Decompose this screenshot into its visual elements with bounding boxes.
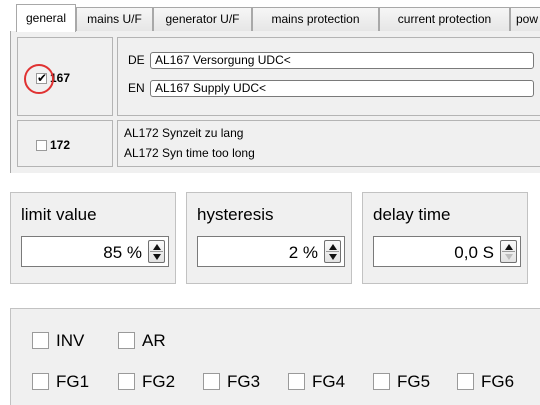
tab-power[interactable]: pow — [510, 7, 540, 31]
flag-fg4-label: FG4 — [312, 372, 346, 391]
flag-inv-checkbox[interactable] — [32, 332, 49, 349]
arrow-up-icon[interactable] — [329, 244, 337, 250]
alarm-172-text-en: AL172 Syn time too long — [124, 146, 255, 160]
flag-fg2-label: FG2 — [142, 372, 176, 391]
hysteresis-title: hysteresis — [197, 205, 274, 224]
flag-fg5-checkbox[interactable] — [373, 373, 390, 390]
tab-mains-uf[interactable]: mains U/F — [76, 7, 153, 31]
limit-value-value: 85 % — [103, 243, 142, 262]
arrow-up-icon[interactable] — [505, 244, 513, 250]
alarm-id-cell-167: ✔ 167 — [17, 37, 113, 116]
alarm-text-panel: ✔ 167 DE AL167 Versorgung UDC< EN AL167 … — [10, 31, 540, 173]
limit-value-group: limit value 85 % — [10, 192, 176, 284]
alarm-172-text-de: AL172 Synzeit zu lang — [124, 126, 244, 140]
flag-fg6-label: FG6 — [481, 372, 515, 391]
limit-value-spinner[interactable]: 85 % — [21, 236, 169, 267]
flag-ar-checkbox[interactable] — [118, 332, 135, 349]
flag-inv-label: INV — [56, 331, 85, 350]
flag-fg3-label: FG3 — [227, 372, 261, 391]
delay-time-group: delay time 0,0 S — [362, 192, 528, 284]
flags-panel: INV AR FG1 FG2 FG3 FG4 FG5 FG6 — [10, 308, 540, 405]
flag-fg3-checkbox[interactable] — [203, 373, 220, 390]
alarm-id-cell-172: 172 — [17, 120, 113, 167]
lang-label-en: EN — [128, 81, 145, 95]
flag-fg2-checkbox[interactable] — [118, 373, 135, 390]
arrow-down-icon[interactable] — [505, 254, 513, 260]
limit-value-stepper[interactable] — [148, 240, 165, 263]
flag-fg5-label: FG5 — [397, 372, 431, 391]
hysteresis-value: 2 % — [288, 243, 318, 262]
tab-general[interactable]: general — [16, 4, 76, 32]
arrow-down-icon[interactable] — [329, 254, 337, 260]
tab-generator-uf[interactable]: generator U/F — [153, 7, 252, 31]
flag-fg1-checkbox[interactable] — [32, 373, 49, 390]
flag-fg1-label: FG1 — [56, 372, 90, 391]
alarm-id-label: 172 — [50, 138, 71, 152]
alarm-167-texts: DE AL167 Versorgung UDC< EN AL167 Supply… — [117, 37, 540, 116]
limit-value-title: limit value — [21, 205, 97, 224]
tab-mains-protection[interactable]: mains protection — [252, 7, 379, 31]
tab-strip: general mains U/F generator U/F mains pr… — [10, 0, 540, 33]
hysteresis-spinner[interactable]: 2 % — [197, 236, 345, 267]
hysteresis-stepper[interactable] — [324, 240, 341, 263]
flag-ar-label: AR — [142, 331, 166, 350]
lang-label-de: DE — [128, 53, 145, 67]
flag-fg6-checkbox[interactable] — [457, 373, 474, 390]
delay-time-value: 0,0 S — [454, 243, 494, 262]
arrow-down-icon[interactable] — [153, 254, 161, 260]
flag-fg4-checkbox[interactable] — [288, 373, 305, 390]
delay-time-spinner[interactable]: 0,0 S — [373, 236, 521, 267]
highlight-circle — [24, 64, 54, 94]
alarm-167-text-de-input[interactable]: AL167 Versorgung UDC< — [150, 52, 534, 69]
alarm-172-checkbox[interactable] — [36, 140, 47, 151]
delay-time-title: delay time — [373, 205, 451, 224]
hysteresis-group: hysteresis 2 % — [186, 192, 352, 284]
alarm-167-text-en-input[interactable]: AL167 Supply UDC< — [150, 80, 534, 97]
tab-current-protection[interactable]: current protection — [379, 7, 510, 31]
arrow-up-icon[interactable] — [153, 244, 161, 250]
alarm-172-texts: AL172 Synzeit zu lang AL172 Syn time too… — [117, 120, 540, 167]
delay-time-stepper[interactable] — [500, 240, 517, 263]
